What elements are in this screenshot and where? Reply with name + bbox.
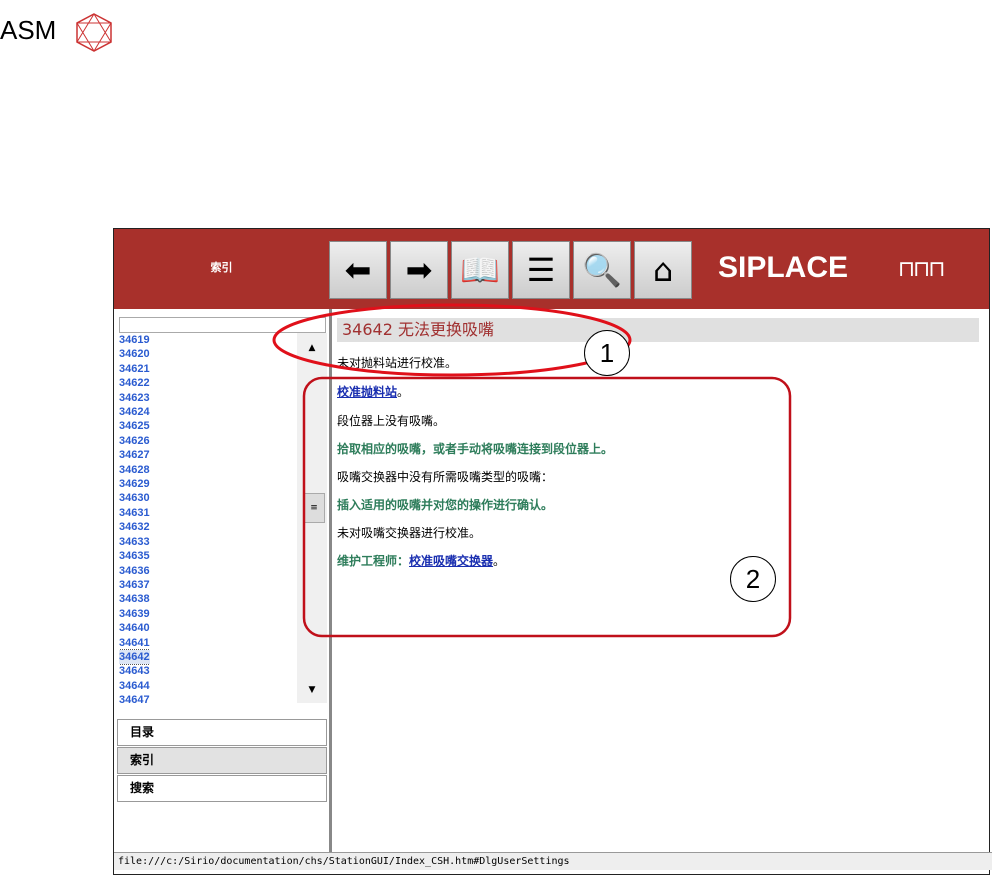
annotation-ellipse (272, 303, 632, 377)
annotation-marker-1: 1 (584, 330, 630, 376)
annotation-layer (272, 303, 792, 638)
annotation-rectangle (302, 376, 792, 638)
annotation-marker-2: 2 (730, 556, 776, 602)
